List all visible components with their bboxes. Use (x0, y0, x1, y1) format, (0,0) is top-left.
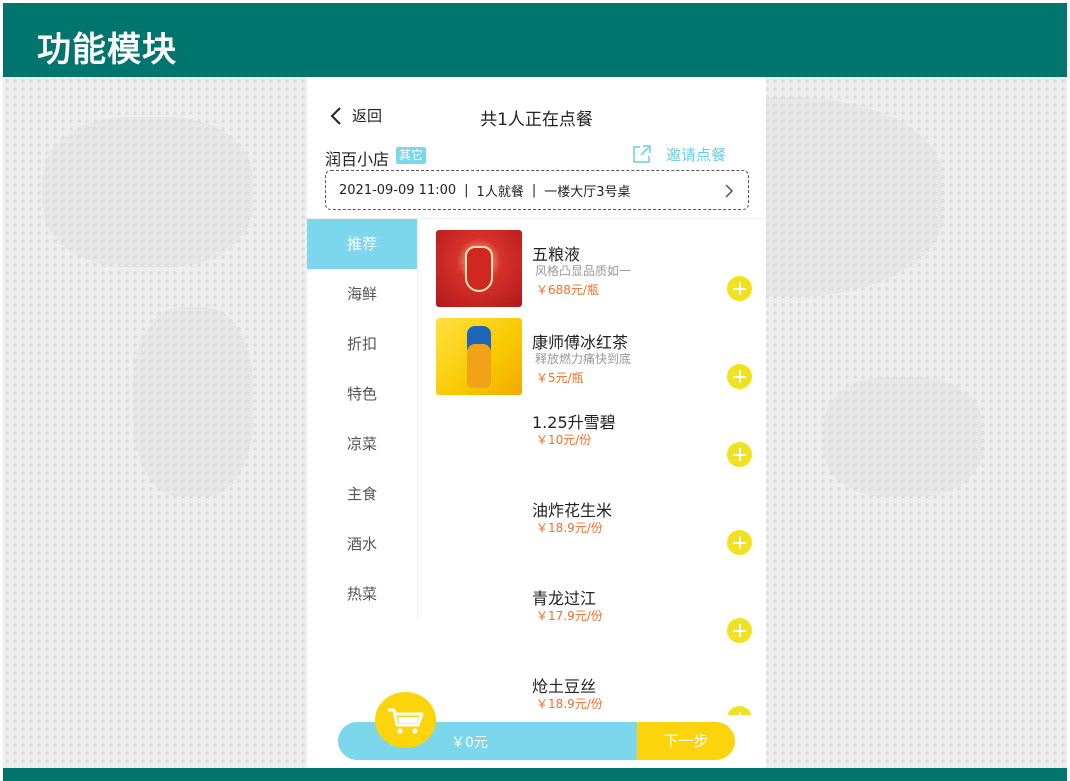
product-price: ￥18.9元/份 (536, 521, 603, 535)
add-to-cart-button[interactable] (727, 442, 752, 467)
add-to-cart-button[interactable] (727, 706, 752, 715)
next-step-button[interactable]: 下一步 (637, 722, 735, 760)
store-tag: 其它 (396, 147, 427, 164)
product-price: ￥688元/瓶 (536, 283, 599, 297)
shopping-cart-button[interactable] (375, 692, 436, 748)
invite-label: 邀请点餐 (666, 145, 727, 164)
product-item: 油炸花生米 ￥18.9元/份 (418, 483, 766, 571)
product-name: 青龙过江 (532, 589, 597, 608)
product-list: 五粮液 风格凸显品质如一 ￥688元/瓶 康师傅冰红茶 释放燃力痛快到底 ￥5元… (418, 219, 766, 715)
store-name: 润百小店 (325, 150, 390, 169)
category-tab-recommend[interactable]: 推荐 (307, 219, 417, 269)
add-to-cart-button[interactable] (727, 618, 752, 643)
page-title: 功能模块 (37, 30, 177, 70)
product-item: 青龙过江 ￥17.9元/份 (418, 571, 766, 659)
product-image (436, 230, 522, 307)
product-price: ￥5元/瓶 (536, 371, 584, 385)
footer-bar (3, 768, 1067, 781)
product-item: 五粮液 风格凸显品质如一 ￥688元/瓶 (418, 219, 766, 307)
order-datetime: 2021-09-09 11:00 (339, 182, 457, 198)
category-tab-seafood[interactable]: 海鲜 (307, 269, 417, 319)
product-item: 康师傅冰红茶 释放燃力痛快到底 ￥5元/瓶 (418, 307, 766, 395)
product-name: 1.25升雪碧 (532, 413, 616, 432)
product-name: 油炸花生米 (532, 501, 613, 520)
back-button[interactable]: 返回 (329, 105, 382, 126)
product-price: ￥18.9元/份 (536, 697, 603, 711)
order-table: 一楼大厅3号桌 (544, 184, 631, 200)
category-tab-cold-dishes[interactable]: 凉菜 (307, 419, 417, 469)
product-desc: 风格凸显品质如一 (535, 264, 632, 278)
chevron-right-icon (725, 184, 734, 198)
order-info-box[interactable]: 2021-09-09 11:00 | 1人就餐 | 一楼大厅3号桌 (325, 170, 749, 210)
category-tab-hot-dishes[interactable]: 热菜 (307, 569, 417, 619)
ordering-screen: 共1人正在点餐 返回 润百小店 其它 邀请点餐 2021-09-09 11:00… (307, 77, 766, 768)
cart-total: ￥0元 (451, 735, 488, 751)
category-tab-staple[interactable]: 主食 (307, 469, 417, 519)
product-desc: 释放燃力痛快到底 (535, 352, 632, 366)
chevron-left-icon (330, 106, 341, 125)
invite-button[interactable]: 邀请点餐 (631, 143, 726, 165)
product-item: 炝土豆丝 ￥18.9元/份 (418, 659, 766, 715)
shopping-cart-icon (388, 708, 424, 734)
add-to-cart-button[interactable] (727, 364, 752, 389)
category-tab-special[interactable]: 特色 (307, 369, 417, 419)
add-to-cart-button[interactable] (727, 530, 752, 555)
product-price: ￥17.9元/份 (536, 609, 603, 623)
product-name: 炝土豆丝 (532, 677, 597, 696)
product-item: 1.25升雪碧 ￥10元/份 (418, 395, 766, 483)
category-tab-drinks[interactable]: 酒水 (307, 519, 417, 569)
product-price: ￥10元/份 (536, 433, 592, 447)
category-tab-discount[interactable]: 折扣 (307, 319, 417, 369)
category-sidebar: 推荐 海鲜 折扣 特色 凉菜 主食 酒水 热菜 (307, 219, 418, 619)
back-label: 返回 (352, 107, 383, 125)
share-icon (633, 145, 651, 163)
separator: | (531, 182, 537, 198)
order-diners: 1人就餐 (476, 184, 524, 200)
add-to-cart-button[interactable] (727, 276, 752, 301)
product-image (436, 318, 522, 395)
separator: | (464, 182, 469, 198)
